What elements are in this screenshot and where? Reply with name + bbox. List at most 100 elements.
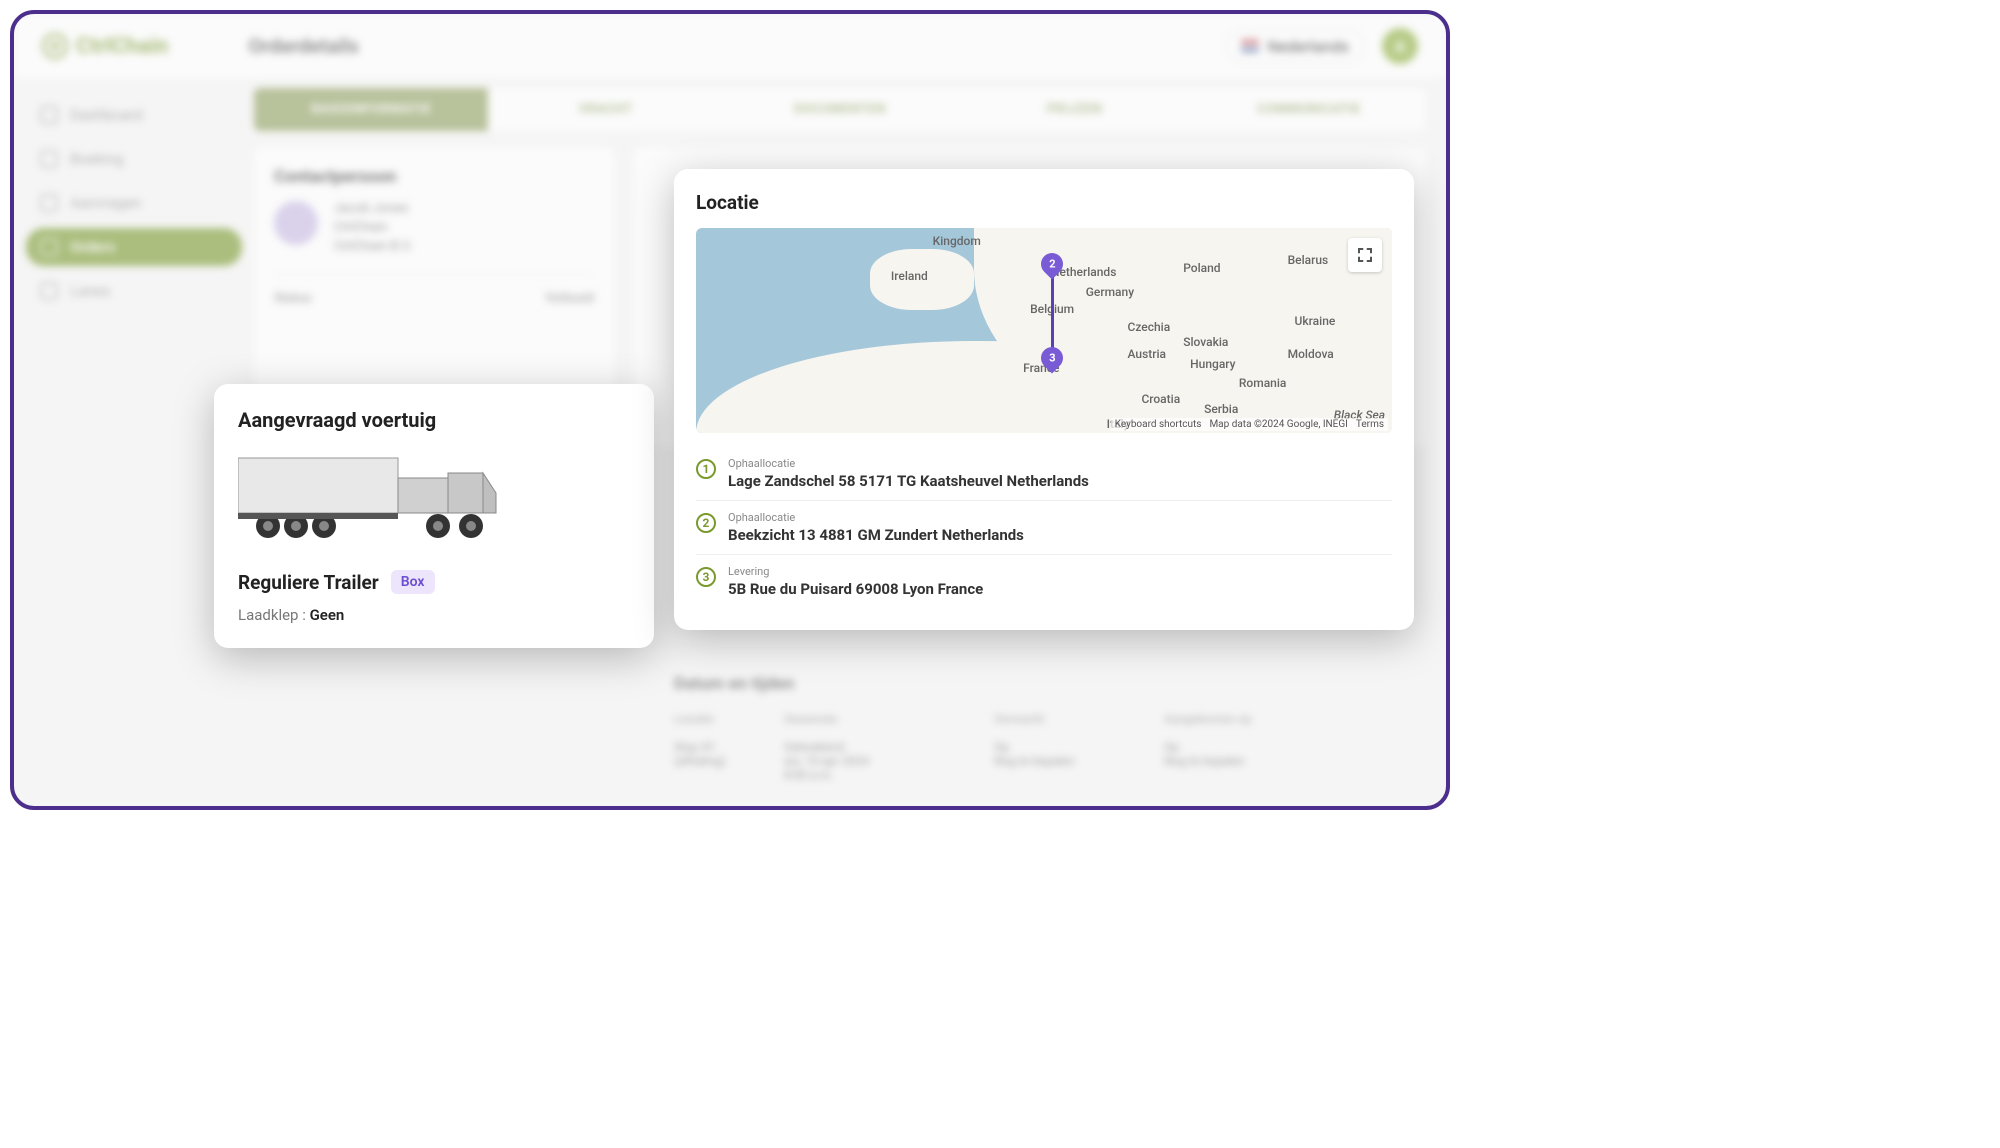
col-gewenste: Gewenste xyxy=(784,712,964,726)
contact-name: Jacob Jones xyxy=(334,201,412,216)
logo-icon xyxy=(42,33,68,59)
topbar-right: Nederlands A xyxy=(1226,28,1418,64)
map-pin-3[interactable]: 3 xyxy=(1041,347,1063,375)
map-pin-2[interactable]: 2 xyxy=(1041,253,1063,281)
col-aangekomen: Aangekomen op xyxy=(1164,712,1304,726)
map-shortcuts[interactable]: Keyboard shortcuts xyxy=(1115,419,1202,430)
orders-icon xyxy=(40,238,58,256)
language-label: Nederlands xyxy=(1267,37,1349,56)
map-label: Hungary xyxy=(1190,357,1235,371)
vehicle-detail: Laadklep : Geen xyxy=(238,606,630,624)
vehicle-badge: Box xyxy=(391,570,435,594)
sidebar-item-boeking[interactable]: Boeking xyxy=(26,140,242,178)
stop-item: 3 Levering 5B Rue du Puisard 69008 Lyon … xyxy=(696,555,1392,608)
stop-type: Levering xyxy=(728,565,983,578)
contact-company: CtrlChain xyxy=(334,220,412,235)
stop-item: 1 Ophaallocatie Lage Zandschel 58 5171 T… xyxy=(696,447,1392,501)
vehicle-name: Reguliere Trailer xyxy=(238,571,379,594)
stops-list: 1 Ophaallocatie Lage Zandschel 58 5171 T… xyxy=(696,447,1392,608)
contact-avatar-icon xyxy=(274,201,318,245)
fullscreen-button[interactable] xyxy=(1348,238,1382,272)
tabs: BASISINFORMATIE VRACHT DOCUMENTEN PRIJZE… xyxy=(254,88,1426,131)
sidebar-item-lanes[interactable]: Lanes xyxy=(26,272,242,310)
stop-info: Ophaallocatie Beekzicht 13 4881 GM Zunde… xyxy=(728,511,1024,544)
map-label: Serbia xyxy=(1204,402,1238,416)
cell: Geboekendwo, 10 apr 20248:00 a.m. xyxy=(784,740,964,782)
sidebar-item-dashboard[interactable]: Dashboard xyxy=(26,96,242,134)
stop-address: Beekzicht 13 4881 GM Zundert Netherlands xyxy=(728,526,1024,544)
flag-icon xyxy=(1241,40,1259,52)
cell: OpNog te bepalen xyxy=(1164,740,1304,782)
col-verwacht: Verwacht xyxy=(994,712,1134,726)
language-selector[interactable]: Nederlands xyxy=(1226,30,1364,63)
user-avatar[interactable]: A xyxy=(1382,28,1418,64)
status-label: Status xyxy=(274,291,312,306)
status-value: Voltooid xyxy=(545,291,594,306)
stop-number-icon: 3 xyxy=(696,567,716,587)
sidebar-item-orders[interactable]: Orders xyxy=(26,228,242,266)
tab-vracht[interactable]: VRACHT xyxy=(488,88,722,131)
dashboard-icon xyxy=(40,106,58,124)
stop-number-icon: 1 xyxy=(696,459,716,479)
tab-prijzen[interactable]: PRIJZEN xyxy=(957,88,1191,131)
tab-documenten[interactable]: DOCUMENTEN xyxy=(723,88,957,131)
map-label: Croatia xyxy=(1141,392,1180,406)
cell: Stop #1(afhaling) xyxy=(674,740,754,782)
sidebar-item-label: Lanes xyxy=(70,282,110,300)
map[interactable]: Ireland Kingdom Netherlands Belgium Germ… xyxy=(696,228,1392,433)
map-attribution: Keyboard shortcuts Map data ©2024 Google… xyxy=(1111,418,1388,431)
status-row: Status Voltooid xyxy=(274,274,594,306)
stop-type: Ophaallocatie xyxy=(728,511,1024,524)
fullscreen-icon xyxy=(1358,248,1372,262)
topbar: CtrlChain Orderdetails Nederlands A xyxy=(14,14,1446,78)
requests-icon xyxy=(40,194,58,212)
map-label: Belarus xyxy=(1288,253,1329,267)
map-label: Romania xyxy=(1239,376,1287,390)
dates-title: Datum en tijden xyxy=(674,674,1394,694)
map-terms[interactable]: Terms xyxy=(1356,419,1384,430)
stop-number-icon: 2 xyxy=(696,513,716,533)
map-label: Germany xyxy=(1086,285,1134,299)
location-popover-title: Locatie xyxy=(696,191,1392,214)
map-label: Moldova xyxy=(1288,347,1334,361)
map-label: Ukraine xyxy=(1295,314,1336,328)
sidebar-item-aanvragen[interactable]: Aanvragen xyxy=(26,184,242,222)
map-label: Ireland xyxy=(891,269,928,283)
tab-communicatie[interactable]: COMMUNICATIE xyxy=(1192,88,1426,131)
stop-item: 2 Ophaallocatie Beekzicht 13 4881 GM Zun… xyxy=(696,501,1392,555)
sidebar-item-label: Boeking xyxy=(70,150,124,168)
tab-basisinformatie[interactable]: BASISINFORMATIE xyxy=(254,88,488,131)
truck-icon xyxy=(238,448,498,548)
stop-info: Ophaallocatie Lage Zandschel 58 5171 TG … xyxy=(728,457,1089,490)
location-popover: Locatie Ireland Kingdom Netherlands Belg… xyxy=(674,169,1414,630)
contact-body: Jacob Jones CtrlChain CtrlChain B.V. xyxy=(274,201,594,258)
contact-lines: Jacob Jones CtrlChain CtrlChain B.V. xyxy=(334,201,412,258)
dates-section: Datum en tijden Locatie Gewenste Verwach… xyxy=(674,654,1394,788)
logo[interactable]: CtrlChain xyxy=(42,33,168,59)
stop-type: Ophaallocatie xyxy=(728,457,1089,470)
app-frame: CtrlChain Orderdetails Nederlands A Dash… xyxy=(10,10,1450,810)
booking-icon xyxy=(40,150,58,168)
stop-address: 5B Rue du Puisard 69008 Lyon France xyxy=(728,580,983,598)
map-label: Kingdom xyxy=(933,234,981,248)
table-header: Locatie Gewenste Verwacht Aangekomen op xyxy=(674,704,1394,734)
vehicle-popover-title: Aangevraagd voertuig xyxy=(238,408,630,432)
map-data: Map data ©2024 Google, INEGI xyxy=(1209,419,1347,430)
brand-name: CtrlChain xyxy=(76,34,168,59)
vehicle-detail-value: Geen xyxy=(310,606,345,624)
sidebar-item-label: Dashboard xyxy=(70,106,143,124)
stop-info: Levering 5B Rue du Puisard 69008 Lyon Fr… xyxy=(728,565,983,598)
lanes-icon xyxy=(40,282,58,300)
col-locatie: Locatie xyxy=(674,712,754,726)
vehicle-detail-label: Laadklep : xyxy=(238,606,310,624)
cell: OpNog te bepalen xyxy=(994,740,1134,782)
page-title: Orderdetails xyxy=(248,34,359,58)
vehicle-name-row: Reguliere Trailer Box xyxy=(238,570,630,594)
sidebar-item-label: Aanvragen xyxy=(70,194,141,212)
table-row: Stop #1(afhaling) Geboekendwo, 10 apr 20… xyxy=(674,734,1394,788)
map-label: Slovakia xyxy=(1183,335,1228,349)
map-label: Austria xyxy=(1128,347,1167,361)
sidebar-item-label: Orders xyxy=(70,238,115,256)
map-label: Czechia xyxy=(1128,320,1171,334)
map-label: Poland xyxy=(1183,261,1220,275)
